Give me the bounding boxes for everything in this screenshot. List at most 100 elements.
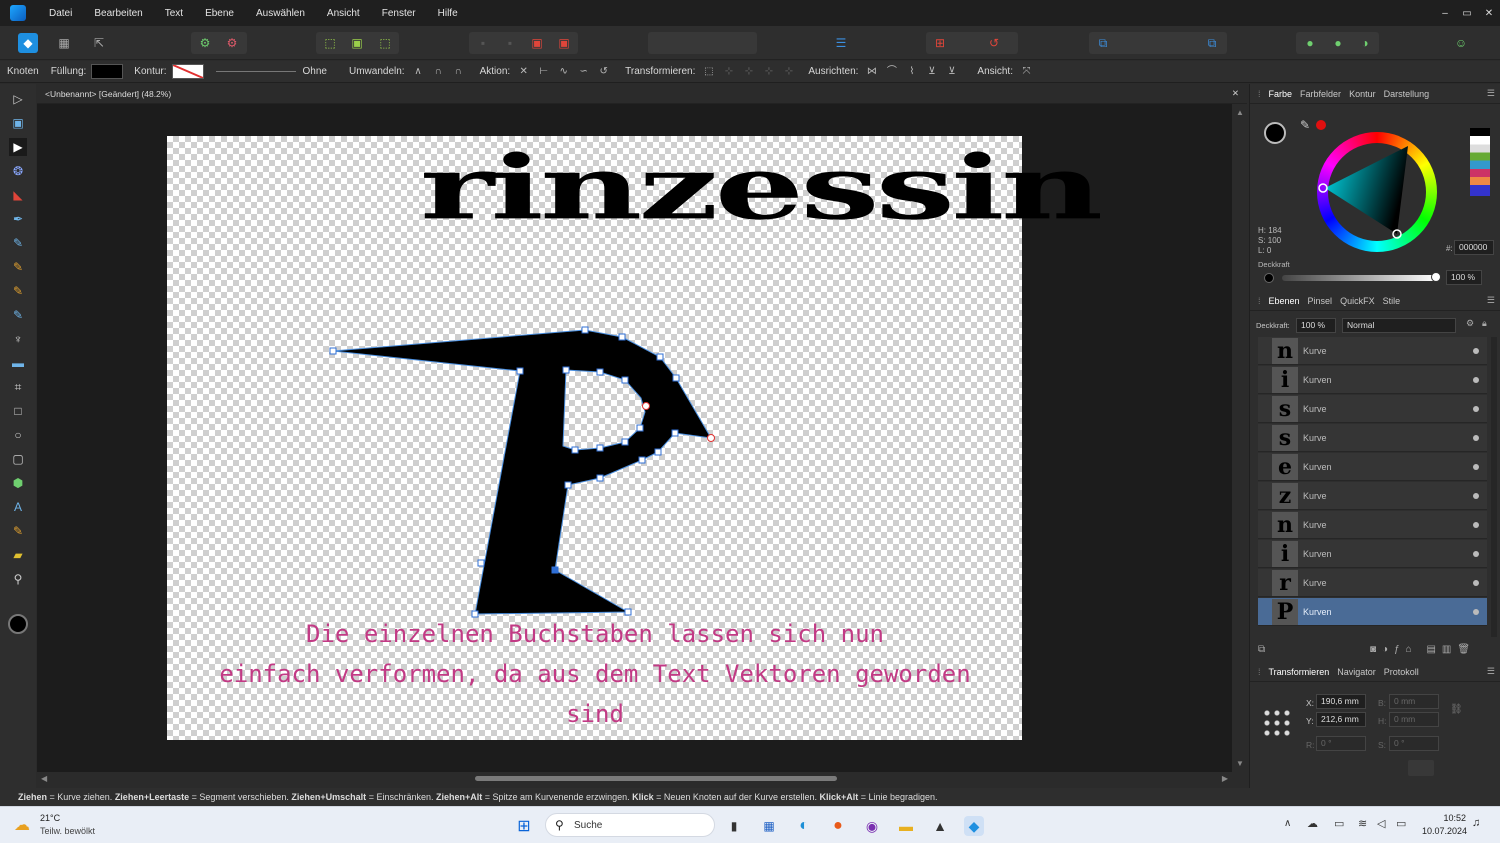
layer-row-selected[interactable]: P Kurven [1258, 598, 1487, 626]
opacity-slider[interactable] [1282, 275, 1437, 281]
layer-name: Kurve [1303, 577, 1327, 588]
visibility-dot-icon[interactable] [1473, 463, 1479, 470]
wifi-icon[interactable]: ≋ [1358, 817, 1367, 830]
inkscape-icon[interactable]: ▲ [930, 816, 950, 836]
layer-row[interactable]: n Kurve [1258, 337, 1487, 365]
search-placeholder: Suche [574, 820, 603, 831]
volume-icon[interactable]: ◁ [1377, 817, 1385, 830]
recent-color-swatch[interactable] [1316, 120, 1326, 130]
shear-input[interactable]: 0 ° [1389, 736, 1439, 751]
usb-icon[interactable]: ▭ [1334, 817, 1344, 830]
transform-options-button[interactable] [1408, 760, 1434, 776]
tab-kontur[interactable]: Kontur [1349, 89, 1376, 99]
visibility-dot-icon[interactable] [1473, 376, 1479, 383]
panel-menu-icon[interactable]: ☰ [1487, 666, 1495, 677]
tab-farbe[interactable]: Farbe [1269, 89, 1293, 99]
visibility-dot-icon[interactable] [1473, 434, 1479, 441]
visibility-dot-icon[interactable] [1473, 579, 1479, 586]
x-input[interactable]: 190,6 mm [1316, 694, 1366, 709]
tab-protokoll[interactable]: Protokoll [1384, 667, 1419, 677]
affinity-designer-taskbar-icon[interactable]: ◆ [964, 816, 984, 836]
horizontal-scroll-thumb[interactable] [475, 776, 837, 781]
opacity-swatch [1264, 273, 1274, 283]
width-input[interactable]: 0 mm [1389, 694, 1439, 709]
curve-node-selected [642, 402, 650, 410]
layer-options-icon[interactable]: ⧉ [1258, 644, 1265, 655]
notifications-icon[interactable]: ♫ [1472, 817, 1480, 829]
y-input[interactable]: 212,6 mm [1316, 712, 1366, 727]
tab-transformieren[interactable]: Transformieren [1269, 667, 1330, 677]
layer-settings-icon[interactable]: ⚙ [1466, 318, 1474, 329]
tab-navigator[interactable]: Navigator [1337, 667, 1376, 677]
visibility-dot-icon[interactable] [1473, 608, 1479, 615]
file-explorer-icon[interactable]: ▬ [896, 816, 916, 836]
vertical-scrollbar[interactable]: ▲ ▼ [1233, 104, 1247, 772]
clock-time[interactable]: 10:52 [1422, 813, 1466, 823]
layer-row[interactable]: s Kurve [1258, 424, 1487, 452]
lock-icon[interactable]: 🔒︎ [1482, 318, 1487, 329]
color-triangle[interactable] [1317, 132, 1437, 252]
layer-actions-icons[interactable]: ◙◑ƒ⌂ ▤▥🗑︎ [1370, 644, 1476, 655]
tab-stile[interactable]: Stile [1383, 296, 1401, 306]
layer-thumbnail: P [1272, 598, 1298, 625]
anchor-point-grid[interactable] [1262, 708, 1292, 738]
layer-row[interactable]: s Kurve [1258, 395, 1487, 423]
horizontal-scrollbar[interactable]: ◀ ▶ [37, 772, 1232, 786]
link-proportions-icon[interactable]: ⛓︎ [1450, 704, 1463, 715]
tab-farbfelder[interactable]: Farbfelder [1300, 89, 1341, 99]
blend-mode-select[interactable]: Normal [1342, 318, 1456, 333]
transform-panel-tabs: ⁞ Transformieren Navigator Protokoll ☰ [1250, 662, 1500, 682]
weather-temp[interactable]: 21°C [40, 813, 60, 823]
hex-input[interactable]: 000000 [1454, 240, 1494, 255]
firefox-icon[interactable]: ● [828, 816, 848, 836]
search-box[interactable]: ⚲ Suche [545, 813, 715, 837]
battery-icon[interactable]: ▭ [1396, 817, 1406, 830]
task-view-icon[interactable]: ▮ [724, 816, 744, 836]
opacity-slider-handle[interactable] [1431, 272, 1441, 282]
start-icon[interactable]: ⊞ [514, 816, 534, 836]
height-input[interactable]: 0 mm [1389, 712, 1439, 727]
layer-thumbnail: s [1272, 424, 1298, 451]
layer-name: Kurve [1303, 403, 1327, 414]
layer-row[interactable]: i Kurven [1258, 366, 1487, 394]
panel-menu-icon[interactable]: ☰ [1487, 88, 1495, 99]
layer-row[interactable]: z Kurve [1258, 482, 1487, 510]
curve-node [516, 367, 524, 375]
visibility-dot-icon[interactable] [1473, 521, 1479, 528]
layer-row[interactable]: i Kurven [1258, 540, 1487, 568]
layer-opacity-input[interactable]: 100 % [1296, 318, 1336, 333]
panel-menu-icon[interactable]: ☰ [1487, 295, 1495, 306]
tab-pinsel[interactable]: Pinsel [1308, 296, 1333, 306]
onedrive-icon[interactable]: ☁ [1307, 817, 1318, 830]
weather-icon[interactable]: ☁ [14, 815, 30, 835]
swatch-strip[interactable] [1470, 128, 1490, 196]
show-hidden-icons[interactable]: ∧ [1284, 818, 1291, 829]
rotation-input[interactable]: 0 ° [1316, 736, 1366, 751]
fill-color-circle[interactable] [1264, 122, 1286, 144]
scroll-up-icon[interactable]: ▲ [1236, 108, 1244, 117]
store-icon[interactable]: ▦ [759, 816, 779, 836]
tab-darstellung[interactable]: Darstellung [1384, 89, 1430, 99]
app-icon[interactable]: ◉ [862, 816, 882, 836]
visibility-dot-icon[interactable] [1473, 550, 1479, 557]
layer-row[interactable]: r Kurve [1258, 569, 1487, 597]
layer-thumbnail: i [1272, 540, 1298, 567]
opacity-input[interactable]: 100 % [1446, 270, 1482, 285]
scroll-down-icon[interactable]: ▼ [1236, 759, 1244, 768]
scroll-right-icon[interactable]: ▶ [1222, 774, 1228, 783]
layers-scrollbar[interactable] [1491, 337, 1497, 637]
color-opacity-label: Deckkraft [1258, 260, 1290, 269]
tab-ebenen[interactable]: Ebenen [1269, 296, 1300, 306]
weather-desc[interactable]: Teilw. bewölkt [40, 826, 95, 836]
eyedropper-icon[interactable]: ✎ [1300, 118, 1310, 132]
visibility-dot-icon[interactable] [1473, 405, 1479, 412]
layer-row[interactable]: e Kurven [1258, 453, 1487, 481]
scroll-left-icon[interactable]: ◀ [41, 774, 47, 783]
caption-text[interactable]: Die einzelnen Buchstaben lassen sich nun… [170, 614, 1020, 734]
visibility-dot-icon[interactable] [1473, 347, 1479, 354]
edge-icon[interactable]: ◐ [794, 816, 814, 836]
visibility-dot-icon[interactable] [1473, 492, 1479, 499]
tab-quickfx[interactable]: QuickFX [1340, 296, 1375, 306]
clock-date[interactable]: 10.07.2024 [1422, 826, 1467, 836]
layer-row[interactable]: n Kurve [1258, 511, 1487, 539]
